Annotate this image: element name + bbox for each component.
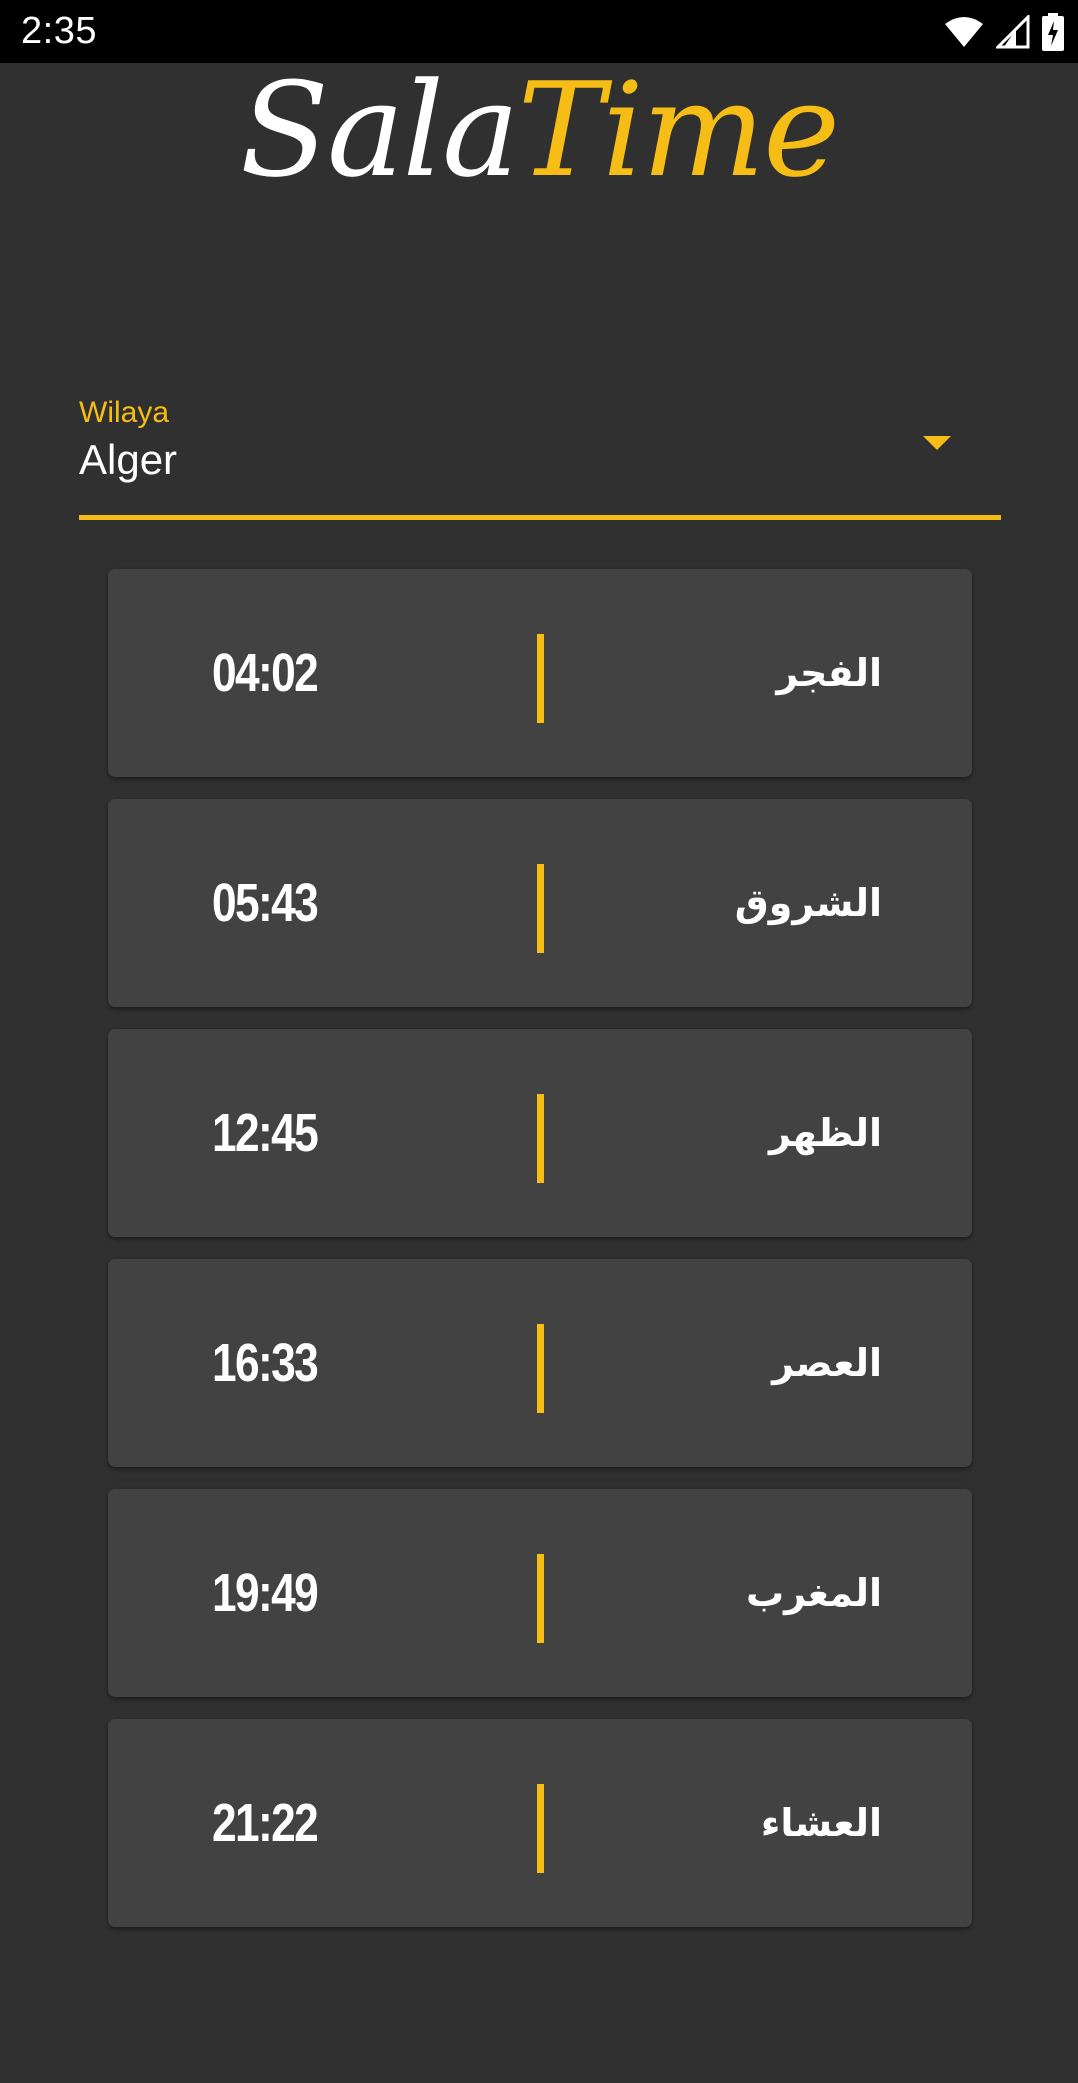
prayer-divider: [537, 864, 544, 953]
prayer-name: الظهر: [768, 1111, 882, 1155]
prayer-card-dhuhr: 12:45 الظهر: [108, 1029, 972, 1237]
signal-icon: [996, 15, 1030, 49]
status-icons: [944, 12, 1064, 52]
logo-text-time: Time: [517, 54, 840, 206]
wilaya-label: Wilaya: [79, 396, 170, 429]
prayer-name: الفجر: [776, 651, 882, 695]
prayer-divider: [537, 1324, 544, 1413]
prayer-divider: [537, 1554, 544, 1643]
prayer-time: 19:49: [212, 1563, 319, 1623]
prayer-time: 21:22: [212, 1793, 319, 1853]
prayer-card-isha: 21:22 العشاء: [108, 1719, 972, 1927]
dropdown-arrow-icon[interactable]: [923, 436, 951, 450]
prayer-card-asr: 16:33 العصر: [108, 1259, 972, 1467]
prayer-time: 16:33: [212, 1333, 319, 1393]
prayer-time: 05:43: [212, 873, 319, 933]
dropdown-underline: [79, 515, 1001, 520]
prayer-card-sunrise: 05:43 الشروق: [108, 799, 972, 1007]
prayer-name: العشاء: [760, 1801, 882, 1845]
prayer-divider: [537, 1784, 544, 1873]
prayer-card-maghrib: 19:49 المغرب: [108, 1489, 972, 1697]
prayer-name: المغرب: [745, 1571, 882, 1615]
prayer-time: 04:02: [212, 643, 319, 703]
wifi-icon: [944, 16, 984, 48]
wilaya-dropdown[interactable]: Wilaya Alger: [79, 392, 1001, 522]
prayer-times-list: 04:02 الفجر 05:43 الشروق 12:45 الظهر 16:…: [108, 569, 972, 1949]
wilaya-selected-value: Alger: [79, 436, 178, 483]
prayer-time: 12:45: [212, 1103, 319, 1163]
prayer-name: العصر: [772, 1341, 882, 1385]
prayer-card-fajr: 04:02 الفجر: [108, 569, 972, 777]
status-time: 2:35: [21, 10, 97, 52]
app-logo: SalaTime: [0, 55, 1078, 205]
prayer-name: الشروق: [734, 881, 882, 925]
prayer-divider: [537, 634, 544, 723]
battery-charging-icon: [1042, 13, 1064, 51]
prayer-divider: [537, 1094, 544, 1183]
logo-text-sala: Sala: [239, 54, 520, 206]
